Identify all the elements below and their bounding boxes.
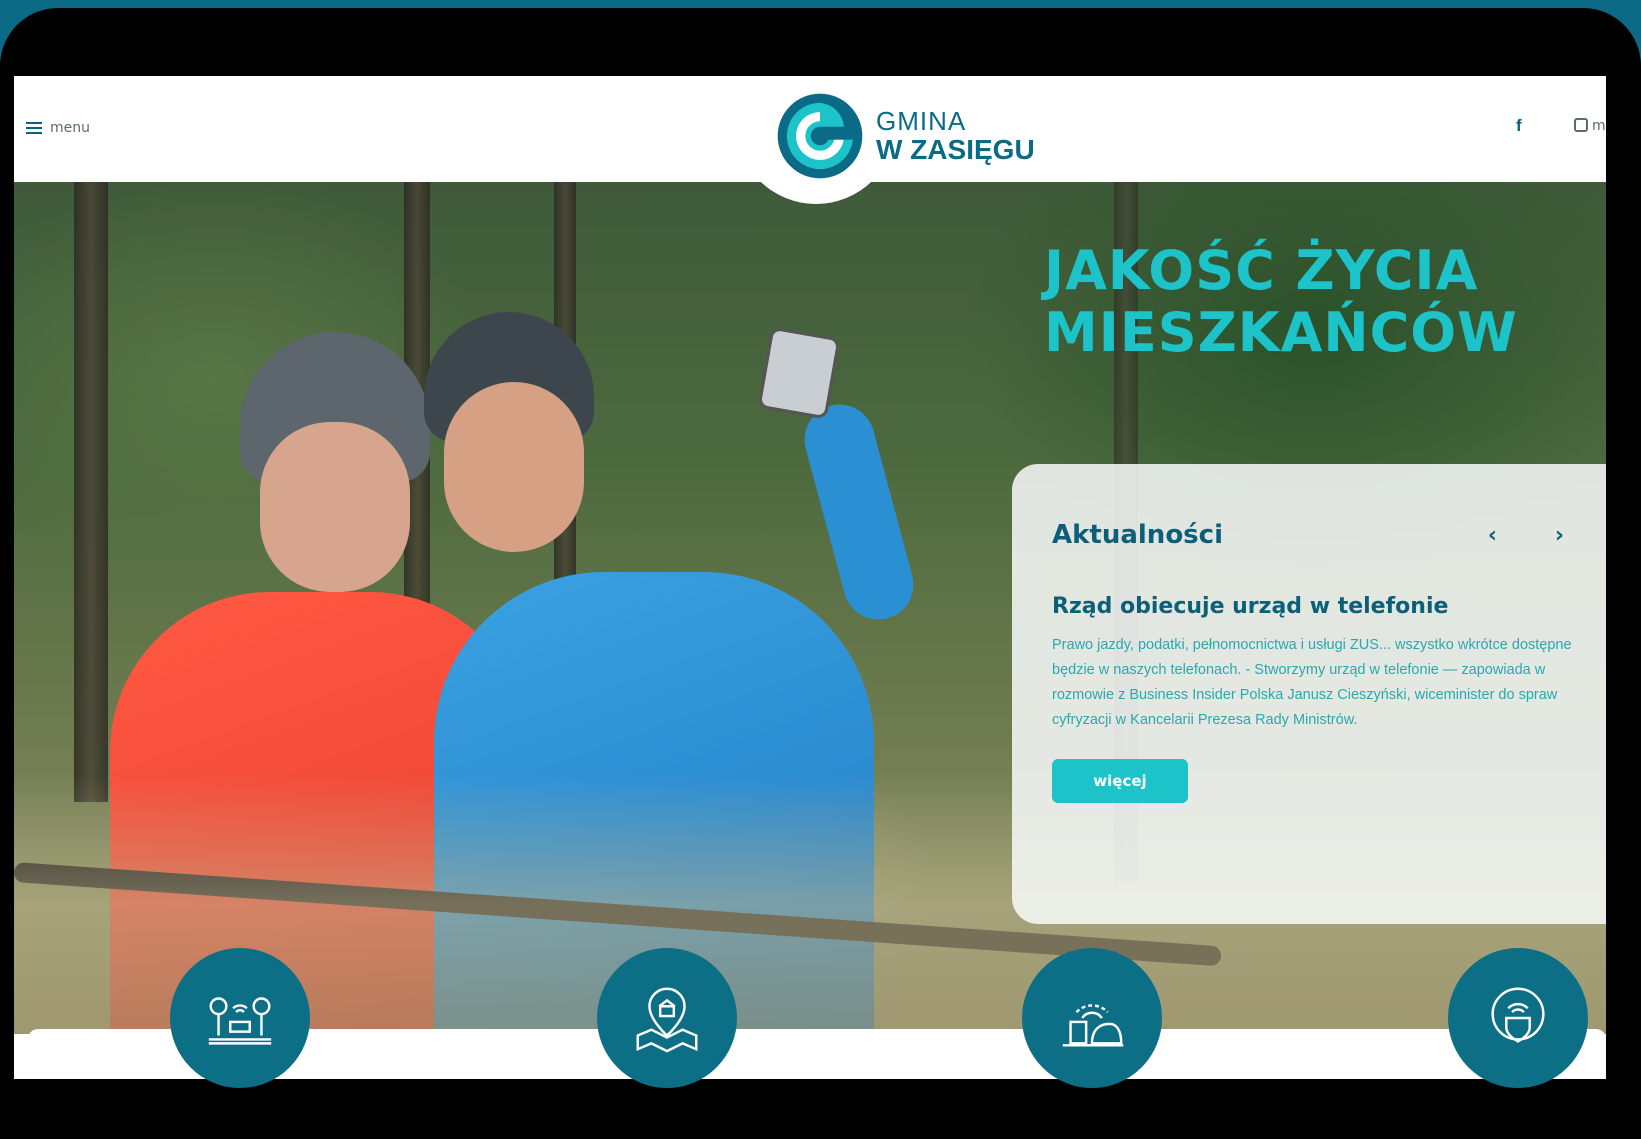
category-security-button[interactable]: [1448, 948, 1588, 1088]
category-city-wifi-button[interactable]: [1022, 948, 1162, 1088]
wifi-shield-icon: [1491, 987, 1545, 1043]
hero-headline: JAKOŚĆ ŻYCIA MIESZKAŃCÓW: [1044, 240, 1518, 364]
article-title[interactable]: Rząd obiecuje urząd w telefonie: [1052, 594, 1592, 619]
menu-label: menu: [50, 120, 90, 136]
tree-trunk: [74, 182, 108, 802]
gmina-logo-icon: [777, 93, 863, 179]
city-wifi-icon: [1062, 1004, 1124, 1047]
browser-viewport: menu GMINA W ZASIĘGU f m JAKOŚĆ ŻYCIA MI…: [14, 76, 1606, 1079]
site-header: menu GMINA W ZASIĘGU f m: [14, 76, 1606, 204]
article-excerpt: Prawo jazdy, podatki, pełnomocnictwa i u…: [1052, 637, 1572, 728]
hamburger-icon: [26, 122, 42, 134]
news-section-title: Aktualności: [1052, 520, 1223, 550]
park-wifi-icon: [208, 997, 272, 1045]
prev-arrow-icon[interactable]: ‹: [1488, 523, 1497, 548]
menu-button[interactable]: menu: [26, 120, 90, 136]
instagram-icon: [1574, 118, 1588, 132]
logo-text-line2: W ZASIĘGU: [876, 134, 1035, 165]
hero-banner: JAKOŚĆ ŻYCIA MIESZKAŃCÓW Aktualności ‹ ›…: [14, 182, 1606, 1034]
headline-line1: JAKOŚĆ ŻYCIA: [1044, 239, 1479, 302]
town-hall-map-icon: [636, 987, 698, 1053]
next-arrow-icon[interactable]: ›: [1555, 523, 1564, 548]
logo-text-line1: GMINA: [876, 106, 967, 136]
social-link-label: m: [1592, 118, 1606, 134]
headline-line2: MIESZKAŃCÓW: [1044, 301, 1518, 364]
more-button[interactable]: więcej: [1052, 759, 1188, 803]
social-link-other[interactable]: m: [1574, 118, 1606, 134]
news-card: Aktualności ‹ › Rząd obiecuje urząd w te…: [1012, 464, 1606, 924]
category-town-hall-button[interactable]: [597, 948, 737, 1088]
site-logo[interactable]: GMINA W ZASIĘGU: [774, 90, 1035, 182]
category-park-wifi-button[interactable]: [170, 948, 310, 1088]
facebook-icon[interactable]: f: [1516, 116, 1522, 136]
device-frame: menu GMINA W ZASIĘGU f m JAKOŚĆ ŻYCIA MI…: [0, 8, 1641, 1139]
